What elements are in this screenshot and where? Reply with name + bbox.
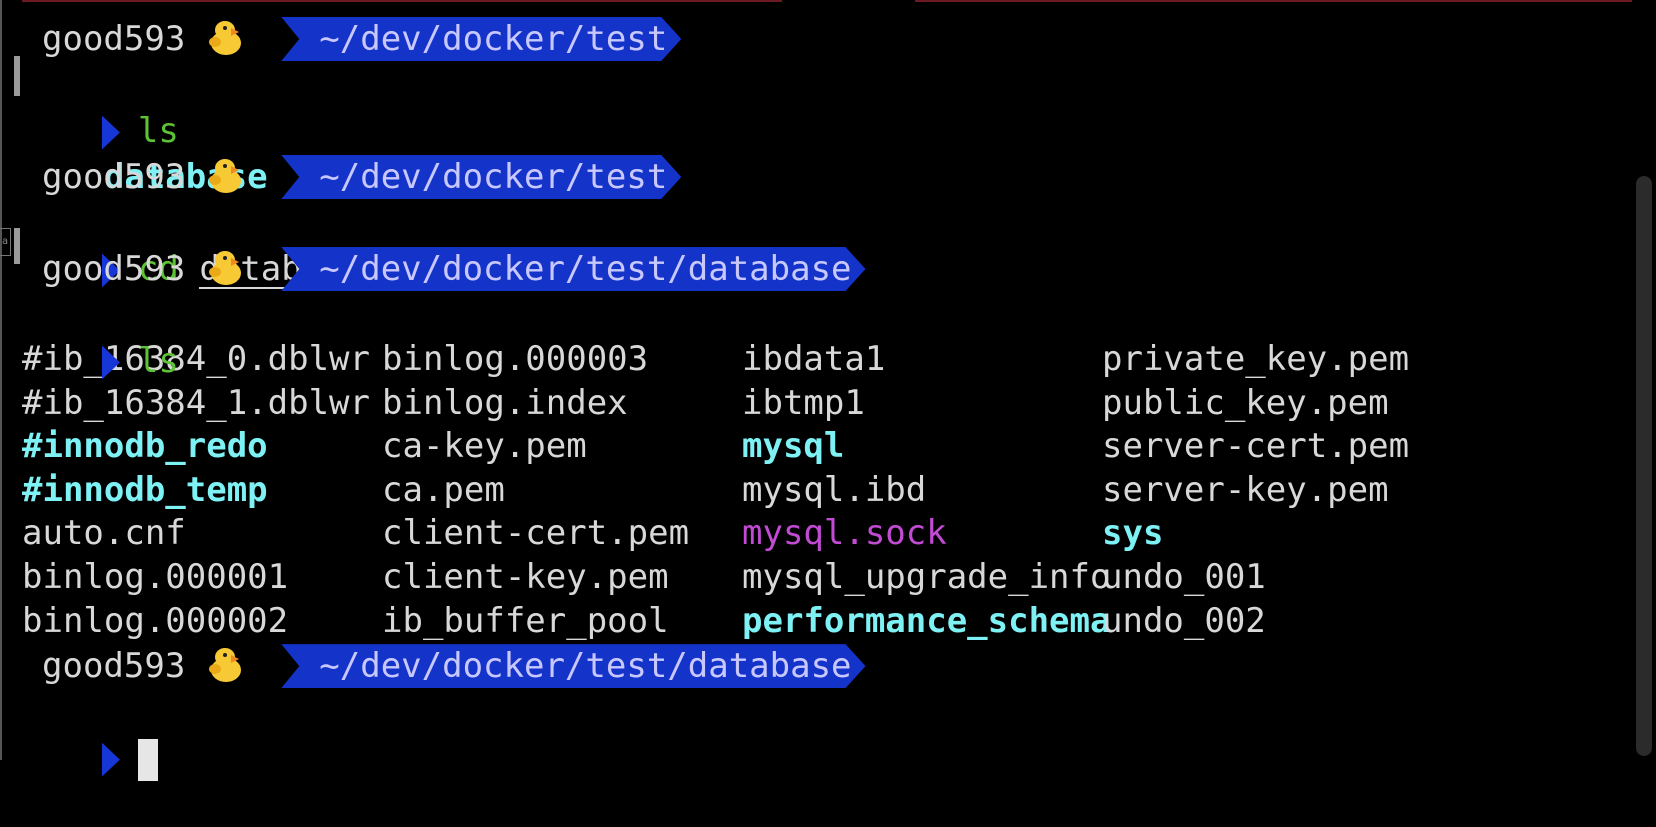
chick-icon bbox=[205, 249, 247, 289]
chick-icon bbox=[205, 19, 247, 59]
side-tab[interactable]: a bbox=[0, 228, 11, 256]
directory-entry: mysql bbox=[742, 426, 845, 467]
file-entry: ib_buffer_pool bbox=[382, 600, 669, 641]
file-entry: binlog.index bbox=[382, 382, 628, 423]
prompt-user: good593 bbox=[42, 19, 186, 59]
file-entry: undo_002 bbox=[1102, 600, 1266, 641]
file-entry: binlog.000001 bbox=[22, 556, 289, 597]
prompt-path: ~/dev/docker/test/database bbox=[281, 247, 865, 291]
scrollbar[interactable] bbox=[1632, 0, 1656, 760]
directory-entry: #innodb_redo bbox=[22, 426, 268, 467]
file-entry: server-key.pem bbox=[1102, 469, 1389, 510]
prompt-path: ~/dev/docker/test/database bbox=[281, 644, 865, 688]
window-top-border-left bbox=[22, 0, 782, 2]
file-entry: private_key.pem bbox=[1102, 339, 1410, 379]
terminal-output[interactable]: good593 ~/dev/docker/test ls database go… bbox=[22, 16, 1626, 781]
prompt-path: ~/dev/docker/test bbox=[281, 17, 681, 61]
command-line[interactable] bbox=[22, 689, 1626, 781]
chick-icon bbox=[205, 646, 247, 686]
file-entry: binlog.000003 bbox=[382, 339, 649, 379]
chick-icon bbox=[205, 157, 247, 197]
window-left-edge bbox=[0, 0, 2, 760]
file-entry: ca-key.pem bbox=[382, 426, 587, 467]
file-entry: mysql_upgrade_info bbox=[742, 556, 1111, 597]
file-entry: public_key.pem bbox=[1102, 382, 1389, 423]
command-name: ls bbox=[137, 341, 179, 381]
file-entry: undo_001 bbox=[1102, 556, 1266, 597]
prompt-chevron-icon bbox=[101, 345, 120, 380]
directory-entry: sys bbox=[1102, 513, 1164, 554]
prompt-line: good593 ~/dev/docker/test bbox=[22, 16, 1626, 62]
file-entry: #ib_16384_1.dblwr bbox=[22, 382, 370, 423]
prompt-line: good593 ~/dev/docker/test/database bbox=[22, 643, 1626, 689]
directory-listing: #ib_16384_0.dblwr binlog.000003 ibdata1 pri… bbox=[22, 338, 1626, 643]
command-line: ls bbox=[22, 292, 1626, 381]
scrollbar-thumb[interactable] bbox=[1636, 176, 1652, 756]
prompt-line: good593 ~/dev/docker/test bbox=[22, 154, 1626, 200]
file-entry: ca.pem bbox=[382, 469, 505, 510]
command-line: cd database bbox=[22, 200, 1626, 289]
file-entry: binlog.000002 bbox=[22, 600, 289, 641]
file-entry: ibdata1 bbox=[742, 339, 886, 379]
command-line: ls bbox=[22, 62, 1626, 151]
file-entry: client-cert.pem bbox=[382, 513, 690, 554]
prompt-user: good593 bbox=[42, 157, 186, 197]
directory-entry: performance_schema bbox=[742, 600, 1111, 641]
file-entry: auto.cnf bbox=[22, 513, 186, 554]
file-entry: mysql.ibd bbox=[742, 469, 927, 510]
file-entry: server-cert.pem bbox=[1102, 426, 1410, 467]
socket-entry: mysql.sock bbox=[742, 513, 947, 554]
line-marker bbox=[14, 56, 20, 96]
line-marker bbox=[14, 228, 20, 264]
file-entry: ibtmp1 bbox=[742, 382, 865, 423]
prompt-user: good593 bbox=[42, 646, 186, 687]
directory-entry: #innodb_temp bbox=[22, 469, 268, 510]
prompt-user: good593 bbox=[42, 249, 186, 289]
file-entry: client-key.pem bbox=[382, 556, 669, 597]
output-line: database bbox=[22, 108, 1626, 197]
prompt-line: good593 ~/dev/docker/test/database bbox=[22, 246, 1626, 292]
prompt-path: ~/dev/docker/test bbox=[281, 155, 681, 199]
window-top-border-right bbox=[915, 0, 1635, 2]
